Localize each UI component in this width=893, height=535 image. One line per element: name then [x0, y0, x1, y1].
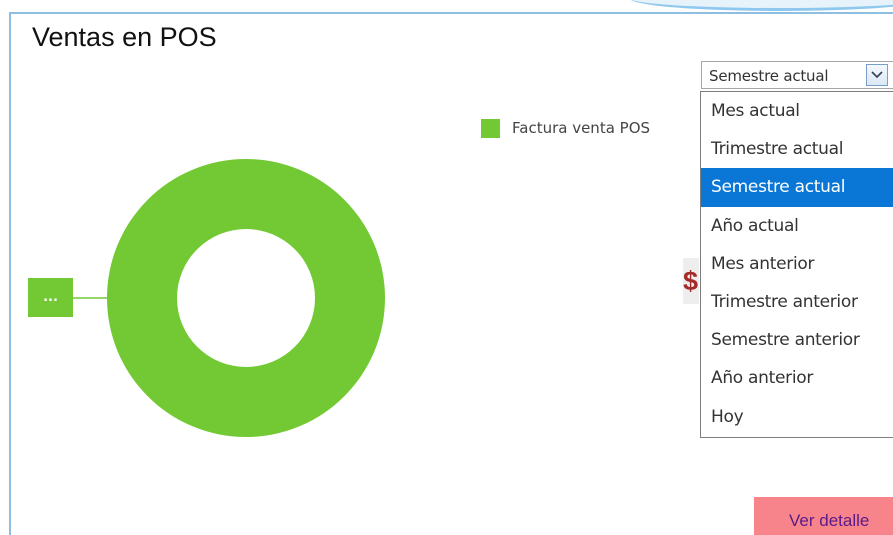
- period-option[interactable]: Semestre anterior: [701, 321, 893, 359]
- donut-slice-factura-venta-pos[interactable]: [107, 159, 385, 437]
- total-amount-partial: $: [683, 258, 699, 304]
- period-option[interactable]: Mes actual: [701, 92, 893, 130]
- view-detail-button[interactable]: Ver detalle: [754, 497, 893, 535]
- period-option[interactable]: Año anterior: [701, 359, 893, 397]
- period-option[interactable]: Hoy: [701, 398, 893, 436]
- chevron-down-icon[interactable]: [866, 64, 888, 86]
- period-option[interactable]: Trimestre actual: [701, 130, 893, 168]
- period-select[interactable]: Semestre actual: [701, 61, 893, 89]
- period-option[interactable]: Trimestre anterior: [701, 283, 893, 321]
- legend-swatch: [481, 118, 500, 138]
- period-option[interactable]: Año actual: [701, 207, 893, 245]
- legend-label: Factura venta POS: [512, 119, 651, 137]
- period-dropdown-list[interactable]: Mes actual Trimestre actual Semestre act…: [700, 91, 893, 438]
- period-option[interactable]: Mes anterior: [701, 245, 893, 283]
- chart-legend[interactable]: Factura venta POS: [481, 118, 650, 138]
- chart-data-label: ...: [28, 278, 73, 317]
- dashboard-page: Ventas en POS ... Factura venta POS $ Se…: [0, 0, 893, 535]
- period-option[interactable]: Semestre actual: [701, 168, 893, 207]
- currency-symbol: $: [683, 265, 699, 296]
- period-select-value: Semestre actual: [709, 67, 829, 85]
